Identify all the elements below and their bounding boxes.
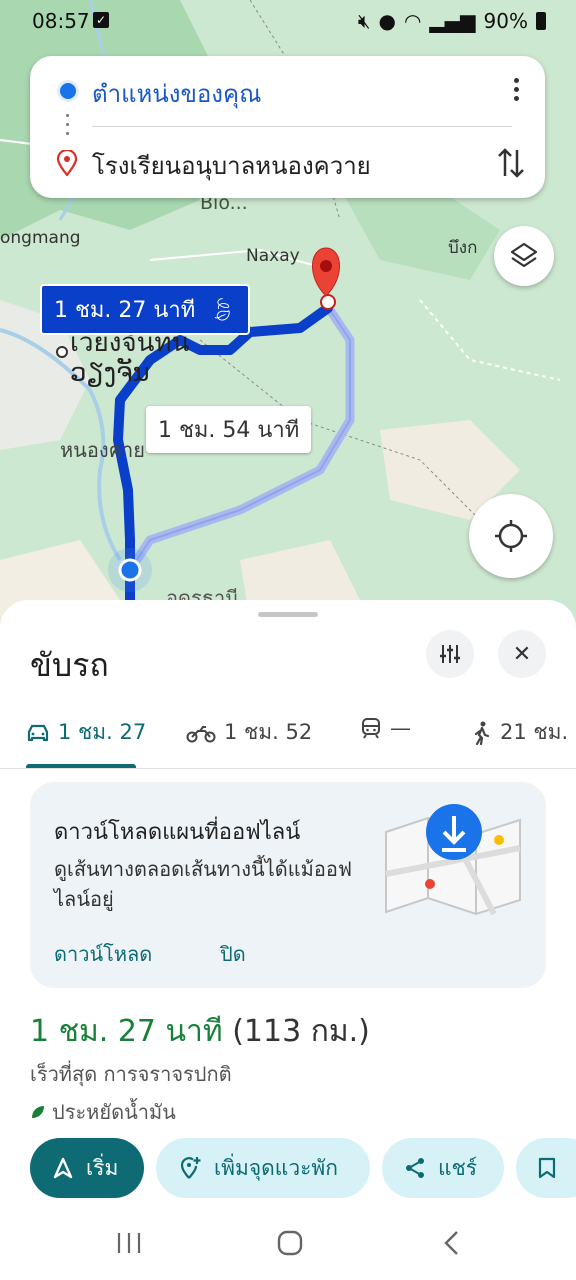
- close-button[interactable]: ✕: [498, 630, 546, 678]
- offline-dismiss-button[interactable]: ปิด: [220, 938, 246, 970]
- origin-dot-icon: [60, 83, 76, 99]
- offline-card-body: ดูเส้นทางตลอดเส้นทางนี้ได้แม้ออฟไลน์อยู่: [54, 857, 352, 911]
- share-label: แชร์: [438, 1155, 478, 1180]
- tune-icon: [440, 645, 460, 663]
- tab-motorbike[interactable]: 1 ชม. 52: [186, 716, 312, 749]
- crosshair-icon: [495, 520, 527, 552]
- destination-field[interactable]: โรงเรียนอนุบาลหนองควาย: [92, 146, 371, 185]
- more-options-icon[interactable]: [509, 78, 523, 106]
- divider: [0, 768, 576, 769]
- sheet-title: ขับรถ: [30, 646, 109, 684]
- car-icon: [27, 724, 49, 741]
- swap-icon[interactable]: [497, 146, 525, 180]
- offline-card-title: ดาวน์โหลดแผนที่ออฟไลน์: [54, 820, 301, 845]
- map-label-ongmang: ongmang: [0, 228, 81, 248]
- system-nav-bar: [0, 1210, 576, 1280]
- map-label-bueng: บึงก: [448, 238, 478, 258]
- back-icon[interactable]: [440, 1228, 464, 1258]
- layers-button[interactable]: [494, 226, 554, 286]
- navigation-arrow-icon: [53, 1157, 73, 1179]
- share-icon: [406, 1158, 424, 1178]
- battery-percent: 90%: [483, 9, 528, 33]
- destination-pin-icon: [57, 150, 77, 176]
- eco-label: ประหยัดน้ำมัน: [52, 1100, 176, 1124]
- start-button[interactable]: เริ่ม: [30, 1138, 144, 1198]
- location-icon: ●: [378, 9, 396, 33]
- tab-walking-label: 21 ชม.: [500, 720, 569, 744]
- route-options-button[interactable]: [426, 630, 474, 678]
- map-label-naxay: Naxay: [246, 246, 300, 266]
- action-bar: เริ่ม เพิ่มจุดแวะพัก แชร์: [0, 1138, 576, 1200]
- add-stop-button[interactable]: เพิ่มจุดแวะพัก: [156, 1138, 370, 1198]
- route-alt-label[interactable]: 1 ชม. 54 นาที: [146, 406, 312, 453]
- tab-motorbike-label: 1 ชม. 52: [224, 720, 313, 744]
- transit-icon: [362, 718, 380, 739]
- directions-card: ตำแหน่งของคุณ โรงเรียนอนุบาลหนองควาย: [30, 56, 545, 198]
- travel-mode-tabs: 1 ชม. 27 1 ชม. 52 — 21 ชม.: [0, 710, 576, 770]
- layers-icon: [510, 242, 538, 268]
- close-icon: ✕: [512, 641, 532, 667]
- route-duration: 1 ชม. 27 นาที: [30, 1014, 223, 1049]
- bookmark-icon: [538, 1157, 556, 1179]
- current-location-dot: [118, 558, 142, 582]
- motorbike-icon: [186, 725, 216, 742]
- route-detail: เร็วที่สุด การจราจรปกติ: [30, 1062, 232, 1086]
- offline-map-card: ดาวน์โหลดแผนที่ออฟไลน์ ดูเส้นทางตลอดเส้น…: [30, 782, 546, 988]
- destination-row[interactable]: โรงเรียนอนุบาลหนองควาย: [30, 128, 545, 198]
- map-view[interactable]: Naxay เวียงจันทน์ ວຽງຈັນ หนองคาย อุดรธาน…: [0, 0, 576, 640]
- offline-map-illustration: [385, 804, 521, 916]
- start-label: เริ่ม: [86, 1155, 119, 1180]
- route-distance: (113 กม.): [222, 1014, 370, 1049]
- tab-driving[interactable]: 1 ชม. 27: [26, 716, 146, 749]
- my-location-button[interactable]: [469, 494, 553, 578]
- share-button[interactable]: แชร์: [382, 1138, 504, 1198]
- home-icon[interactable]: [276, 1228, 304, 1258]
- route-main-duration: 1 ชม. 27 นาที: [54, 298, 196, 323]
- add-stop-label: เพิ่มจุดแวะพัก: [214, 1155, 338, 1180]
- offline-download-button[interactable]: ดาวน์โหลด: [54, 938, 152, 970]
- map-label-vientiane-lao: ວຽງຈັນ: [70, 358, 150, 388]
- checkbox-notification-icon: ✓: [93, 12, 109, 28]
- tab-walking[interactable]: 21 ชม.: [472, 716, 568, 749]
- walk-icon: [474, 721, 490, 745]
- save-button[interactable]: [516, 1138, 576, 1198]
- recent-apps-icon[interactable]: [116, 1228, 142, 1258]
- origin-field[interactable]: ตำแหน่งของคุณ: [92, 74, 261, 113]
- eco-leaf-icon: 🍃︎: [208, 298, 237, 323]
- status-time: 08:57: [32, 9, 90, 33]
- route-main-label[interactable]: 1 ชม. 27 นาที 🍃︎: [40, 284, 251, 335]
- tab-transit[interactable]: —: [360, 716, 411, 740]
- eco-row: ประหยัดน้ำมัน: [30, 1096, 176, 1128]
- drag-handle[interactable]: [258, 612, 318, 617]
- divider: [92, 126, 512, 127]
- add-location-icon: [180, 1157, 201, 1179]
- directions-sheet: ขับรถ ✕ 1 ชม. 27 1 ชม. 52 — 21 ชม. ดาวน์…: [0, 600, 576, 1280]
- mute-icon: 🔇︎: [357, 9, 371, 33]
- tab-driving-label: 1 ชม. 27: [58, 720, 147, 744]
- leaf-icon: [32, 1106, 44, 1118]
- route-summary[interactable]: 1 ชม. 27 นาที (113 กม.): [30, 1008, 370, 1055]
- origin-row[interactable]: ตำแหน่งของคุณ: [30, 56, 545, 126]
- map-label-nongkhai: หนองคาย: [60, 438, 145, 462]
- tab-transit-label: —: [390, 716, 411, 740]
- battery-icon: [536, 12, 546, 30]
- status-bar: 08:57 ✓ 🔇︎ ● ◠ ▂▄▆ 90%: [0, 0, 576, 40]
- signal-icon: ▂▄▆: [429, 9, 476, 33]
- wifi-icon: ◠: [403, 9, 422, 33]
